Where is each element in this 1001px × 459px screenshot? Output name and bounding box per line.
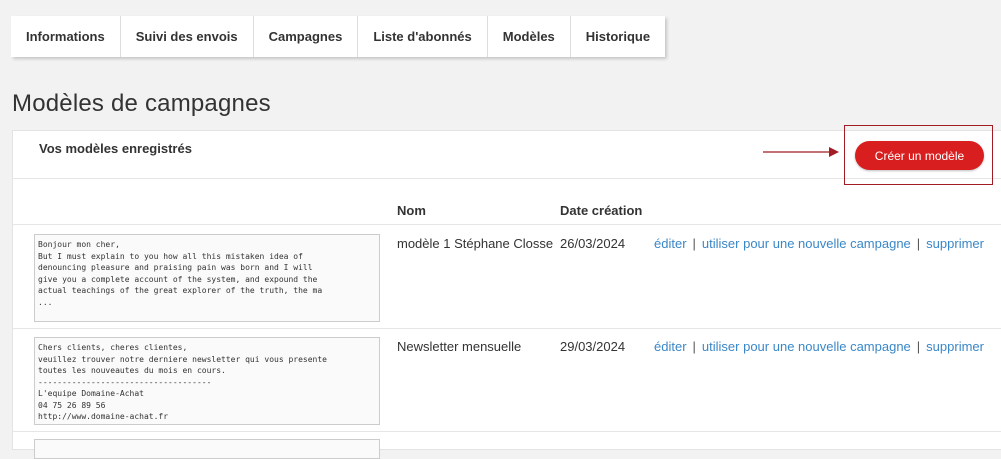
- arrow-right-icon: [763, 147, 839, 157]
- tab-informations[interactable]: Informations: [11, 16, 121, 57]
- templates-panel: Vos modèles enregistrés Créer un modèle …: [12, 125, 1001, 459]
- panel-header: Vos modèles enregistrés Créer un modèle: [13, 125, 1001, 185]
- template-date: 29/03/2024: [560, 339, 626, 354]
- separator: |: [916, 236, 921, 251]
- panel-title: Vos modèles enregistrés: [39, 141, 192, 156]
- row-divider: [13, 328, 1001, 329]
- tab-suivi-des-envois[interactable]: Suivi des envois: [121, 16, 254, 57]
- template-date: 26/03/2024: [560, 236, 626, 251]
- tab-liste-abonnes[interactable]: Liste d'abonnés: [358, 16, 488, 57]
- separator: |: [692, 339, 696, 354]
- use-for-new-campaign-link[interactable]: utiliser pour une nouvelle campagne: [702, 236, 911, 251]
- tab-campagnes[interactable]: Campagnes: [254, 16, 359, 57]
- tab-historique[interactable]: Historique: [571, 16, 665, 57]
- template-preview-partial[interactable]: [34, 439, 380, 459]
- template-actions: éditer | utiliser pour une nouvelle campag…: [654, 236, 984, 251]
- separator: |: [916, 339, 921, 354]
- row-divider: [13, 224, 1001, 225]
- column-header-date: Date création: [560, 203, 643, 218]
- separator: |: [692, 236, 696, 251]
- tab-bar: Informations Suivi des envois Campagnes …: [11, 16, 666, 57]
- row-divider: [13, 431, 1001, 432]
- create-template-button[interactable]: Créer un modèle: [855, 141, 984, 170]
- page-title: Modèles de campagnes: [12, 90, 271, 117]
- tab-modeles[interactable]: Modèles: [488, 16, 571, 57]
- template-name: modèle 1 Stéphane Closse: [397, 236, 554, 251]
- edit-link[interactable]: éditer: [654, 236, 687, 251]
- template-preview[interactable]: Chers clients, cheres clientes, veuillez…: [34, 337, 380, 425]
- column-header-name: Nom: [397, 203, 426, 218]
- delete-link[interactable]: supprimer: [926, 236, 984, 251]
- template-preview[interactable]: Bonjour mon cher, But I must explain to …: [34, 234, 380, 322]
- template-name: Newsletter mensuelle: [397, 339, 522, 354]
- use-for-new-campaign-link[interactable]: utiliser pour une nouvelle campagne: [702, 339, 911, 354]
- delete-link[interactable]: supprimer: [926, 339, 984, 354]
- template-actions: éditer | utiliser pour une nouvelle campag…: [654, 339, 984, 354]
- edit-link[interactable]: éditer: [654, 339, 687, 354]
